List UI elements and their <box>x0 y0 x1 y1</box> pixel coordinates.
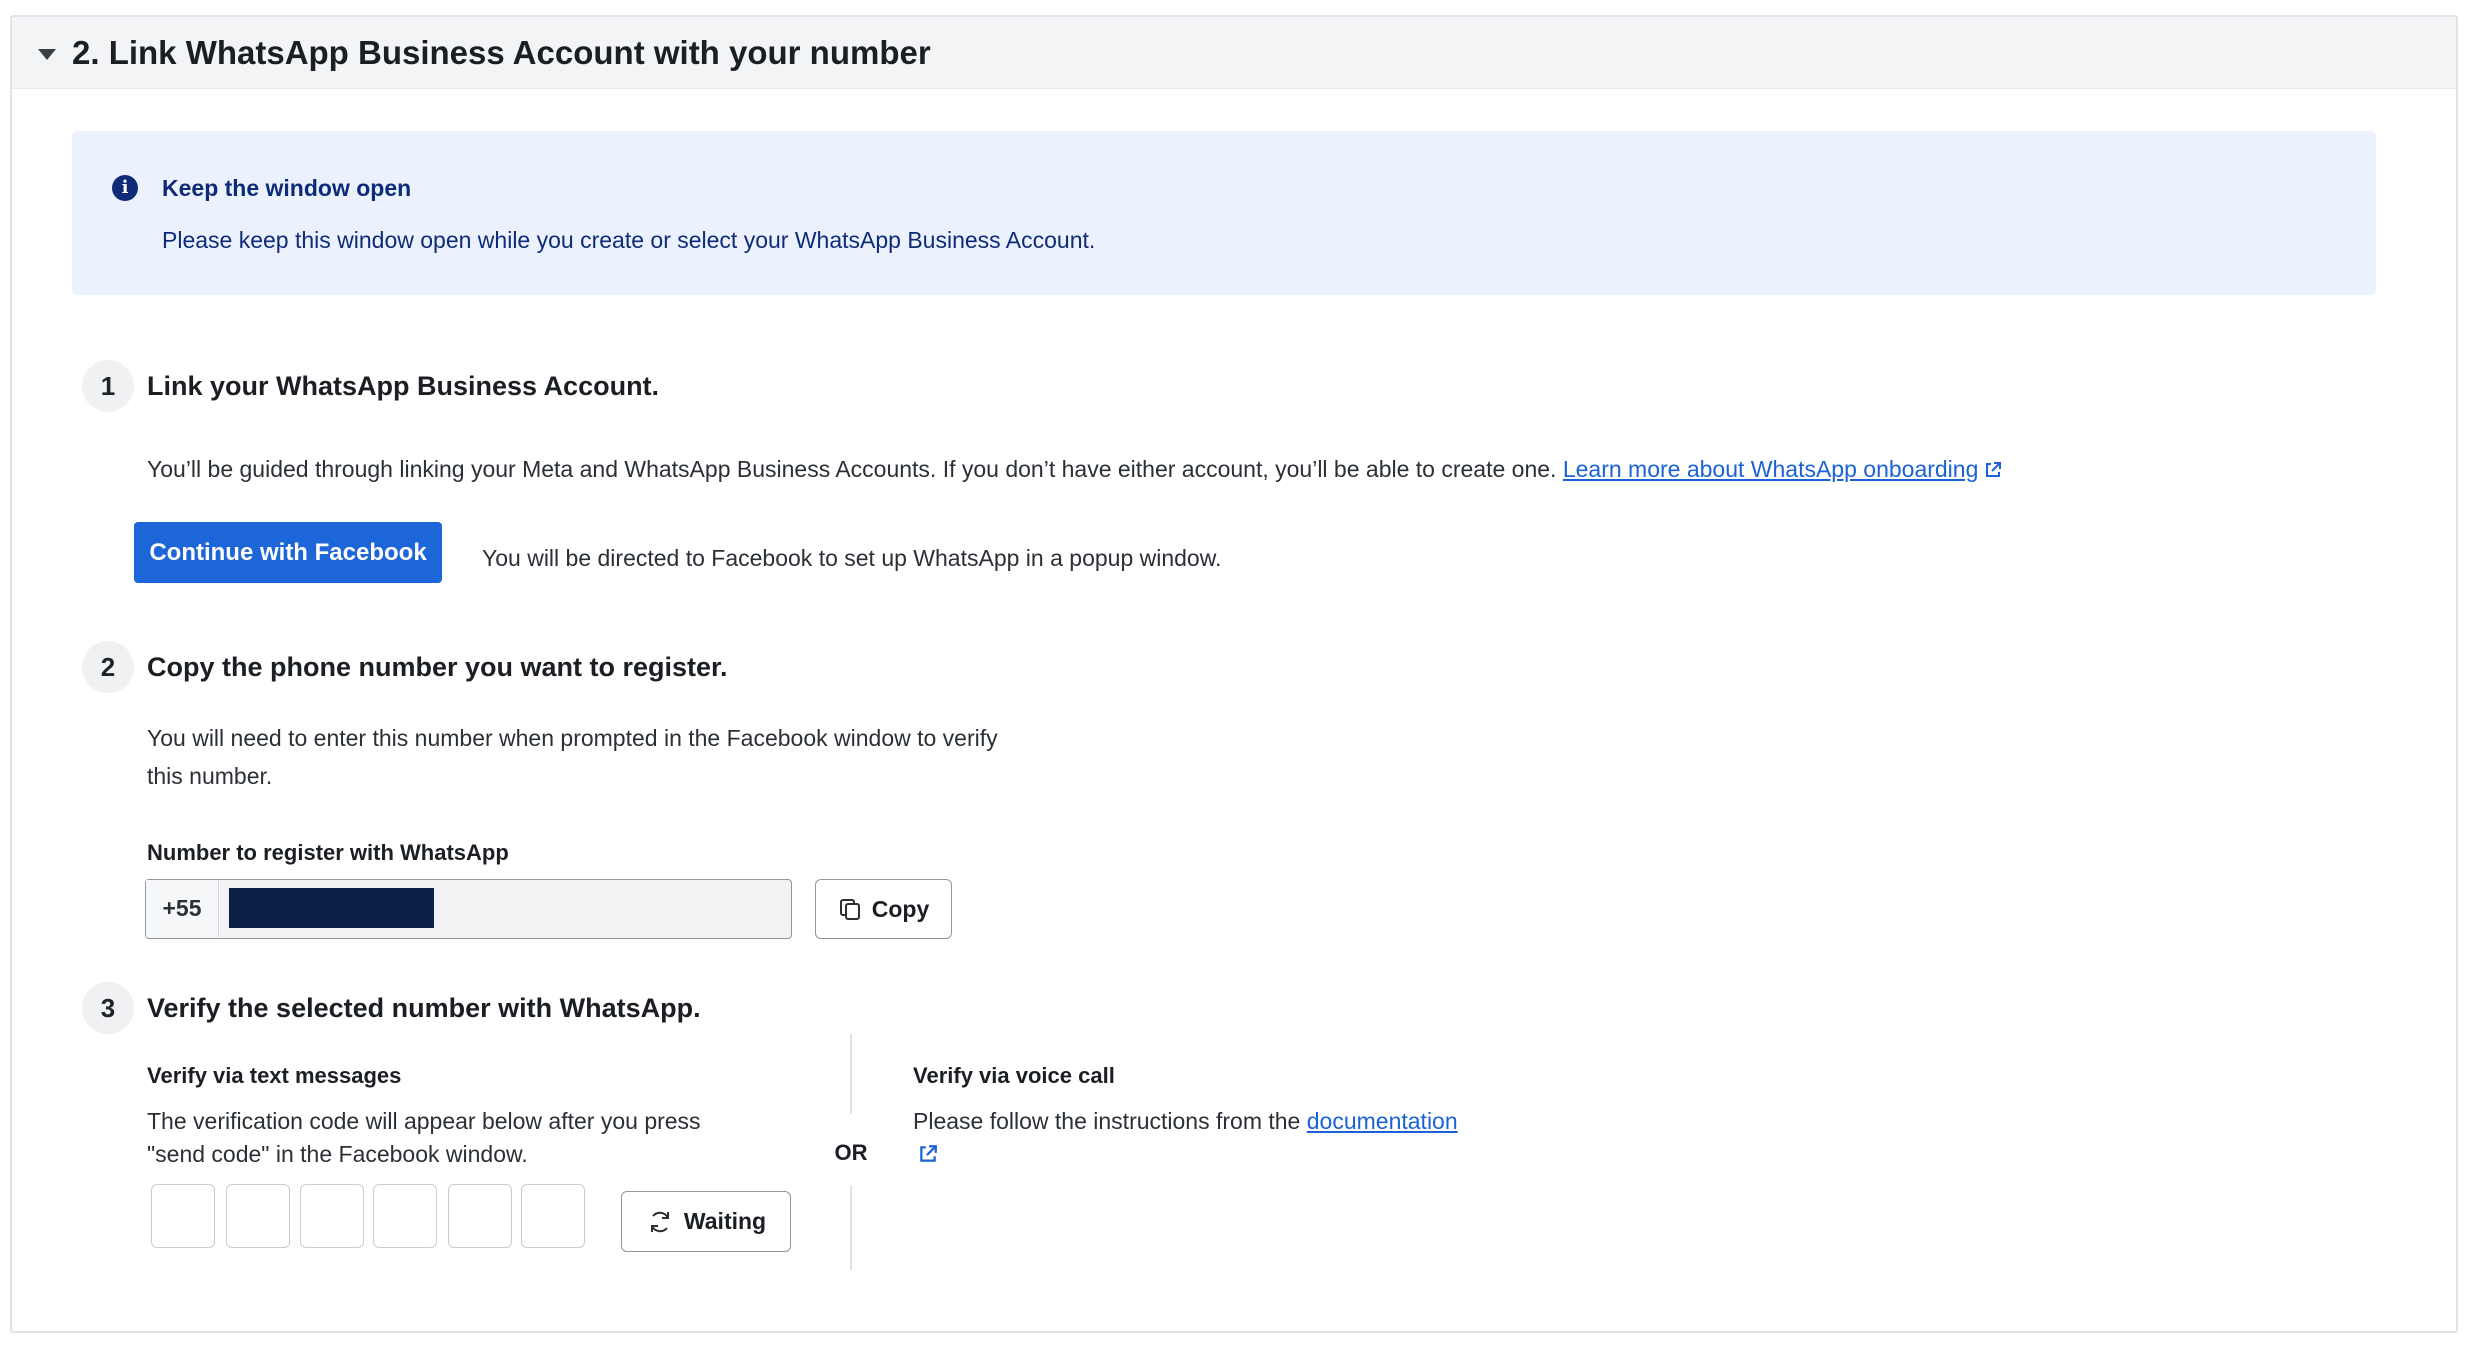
redacted-phone-number <box>229 888 434 928</box>
copy-label: Copy <box>871 895 930 922</box>
step-2-description-line1: You will need to enter this number when … <box>147 725 998 751</box>
copy-icon <box>839 899 860 920</box>
phone-number-field[interactable]: +55 <box>145 879 792 939</box>
step-1-number: 1 <box>82 360 134 412</box>
documentation-external-link-icon[interactable] <box>918 1144 938 1164</box>
info-icon: i <box>112 175 138 201</box>
learn-more-link[interactable]: Learn more about WhatsApp onboarding <box>1563 456 2003 482</box>
code-digit-3[interactable] <box>300 1184 364 1248</box>
waiting-button[interactable]: Waiting <box>621 1191 791 1252</box>
verify-text-title: Verify via text messages <box>147 1063 402 1088</box>
verify-text-line2: "send code" in the Facebook window. <box>147 1141 528 1167</box>
external-link-icon <box>1986 462 2002 477</box>
code-digit-5[interactable] <box>448 1184 512 1248</box>
step-2-description-line2: this number. <box>147 763 273 789</box>
step-1-description: You’ll be guided through linking your Me… <box>147 450 2002 488</box>
or-label: OR <box>834 1140 868 1165</box>
country-code: +55 <box>146 880 219 937</box>
step-1-title: Link your WhatsApp Business Account. <box>147 371 660 401</box>
code-digit-6[interactable] <box>521 1184 585 1248</box>
verify-voice-text-label: Please follow the instructions from the <box>913 1108 1301 1134</box>
continue-with-facebook-button[interactable]: Continue with Facebook <box>134 522 442 583</box>
documentation-link[interactable]: documentation <box>1307 1108 1458 1134</box>
step-3-number: 3 <box>82 982 134 1034</box>
info-alert: i Keep the window open Please keep this … <box>72 131 2376 295</box>
section-header[interactable]: 2. Link WhatsApp Business Account with y… <box>12 17 2456 89</box>
step-1-description-text: You’ll be guided through linking your Me… <box>147 456 1557 482</box>
or-divider-bottom <box>850 1185 852 1270</box>
step-2-title: Copy the phone number you want to regist… <box>147 652 728 682</box>
step-2-number: 2 <box>82 641 134 693</box>
refresh-icon <box>650 1211 669 1232</box>
code-digit-2[interactable] <box>226 1184 290 1248</box>
section-title: 2. Link WhatsApp Business Account with y… <box>72 33 931 71</box>
facebook-popup-hint: You will be directed to Facebook to set … <box>482 545 1222 571</box>
phone-field-label: Number to register with WhatsApp <box>147 840 509 865</box>
learn-more-link-text[interactable]: Learn more about WhatsApp onboarding <box>1563 456 1979 482</box>
step-3-title: Verify the selected number with WhatsApp… <box>147 993 701 1023</box>
or-divider-top <box>850 1034 852 1114</box>
alert-text: Please keep this window open while you c… <box>162 227 1096 253</box>
caret-down-icon[interactable] <box>38 48 56 60</box>
code-digit-1[interactable] <box>151 1184 215 1248</box>
alert-title: Keep the window open <box>162 175 412 201</box>
waiting-label: Waiting <box>683 1208 767 1234</box>
verify-voice-title: Verify via voice call <box>913 1063 1115 1088</box>
copy-button[interactable]: Copy <box>815 879 952 939</box>
verify-voice-text: Please follow the instructions from the … <box>913 1102 1458 1140</box>
code-digit-4[interactable] <box>373 1184 437 1248</box>
